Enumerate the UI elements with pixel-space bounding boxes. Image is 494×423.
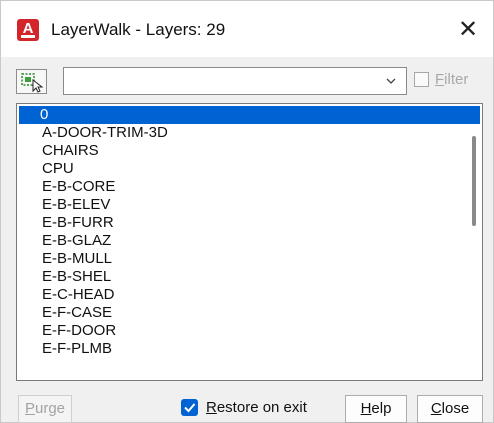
list-item[interactable]: E-F-DOOR <box>21 322 116 340</box>
autocad-app-icon: A <box>17 19 39 41</box>
select-objects-icon <box>21 73 44 93</box>
list-item[interactable]: E-F-PLMB <box>21 340 112 358</box>
restore-on-exit-label: Restore on exit <box>206 399 307 416</box>
layer-filter-combo[interactable] <box>63 67 407 95</box>
list-item[interactable]: E-B-GLAZ <box>21 232 111 250</box>
list-item[interactable]: E-B-ELEV <box>21 196 110 214</box>
list-item[interactable]: E-B-FURR <box>21 214 114 232</box>
help-button[interactable]: Help <box>345 395 407 423</box>
restore-on-exit-checkbox[interactable] <box>181 399 198 416</box>
list-item[interactable]: E-B-MULL <box>21 250 112 268</box>
filter-label: Filter <box>435 71 469 88</box>
window-title: LayerWalk - Layers: 29 <box>51 20 226 39</box>
list-item[interactable]: E-B-CORE <box>21 178 115 196</box>
list-scrollbar-thumb[interactable] <box>472 136 476 226</box>
list-item[interactable]: E-B-SHEL <box>21 268 111 286</box>
filter-checkbox[interactable] <box>414 72 429 87</box>
close-button[interactable]: Close <box>417 395 483 423</box>
checkmark-icon <box>184 403 196 413</box>
list-item-selected[interactable]: 0 <box>19 106 480 124</box>
layer-list[interactable]: 0 A-DOOR-TRIM-3D CHAIRS CPU E-B-CORE E-B… <box>16 103 483 381</box>
layerwalk-dialog: A LayerWalk - Layers: 29 ✕ Filter 0 A-DO… <box>0 0 494 423</box>
chevron-down-icon[interactable] <box>384 74 398 88</box>
close-window-button[interactable]: ✕ <box>453 15 483 43</box>
list-item[interactable]: CPU <box>21 160 74 178</box>
list-item[interactable]: E-C-HEAD <box>21 286 115 304</box>
select-objects-button[interactable] <box>16 69 47 94</box>
title-bar: A LayerWalk - Layers: 29 ✕ <box>1 1 493 57</box>
list-item[interactable]: CHAIRS <box>21 142 99 160</box>
layer-filter-input[interactable] <box>68 71 372 93</box>
list-item[interactable]: A-DOOR-TRIM-3D <box>21 124 168 142</box>
list-item[interactable]: E-F-CASE <box>21 304 112 322</box>
purge-button[interactable]: Purge <box>18 395 72 423</box>
